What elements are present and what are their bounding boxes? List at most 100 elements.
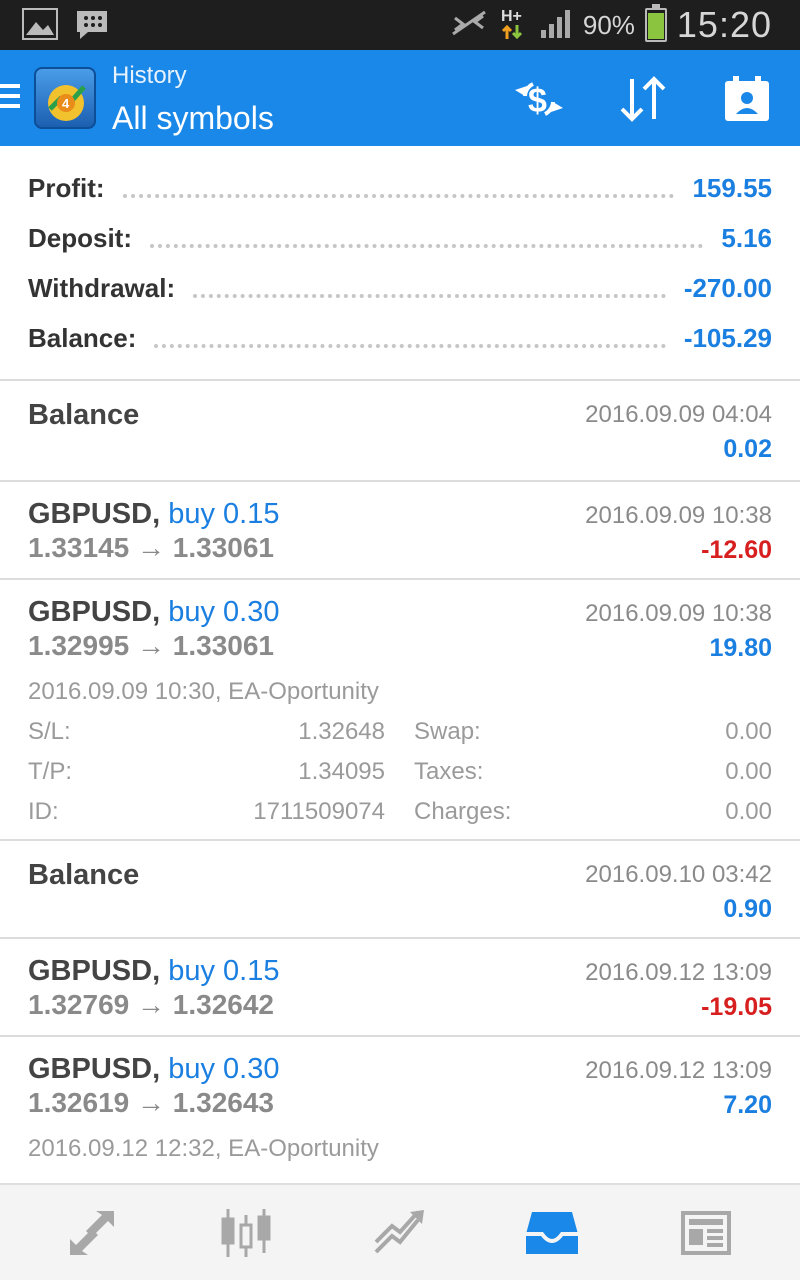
app-bar: 4 History All symbols $: [0, 50, 800, 146]
deal-row-trade-expanded[interactable]: GBPUSD, buy 0.30 1.32619 → 1.32643 2016.…: [0, 1037, 800, 1183]
summary-row-profit: Profit: 159.55: [28, 168, 772, 208]
detail-value: 0.00: [725, 718, 772, 745]
detail-value: 1.34095: [298, 758, 385, 785]
summary-value: -270.00: [683, 272, 772, 303]
deal-title: GBPUSD, buy 0.30: [28, 596, 279, 629]
deal-open-info: 2016.09.09 10:30, EA-Oportunity: [28, 678, 379, 705]
calendar-icon: [725, 76, 769, 121]
detail-row: T/P: 1.34095 Taxes: 0.00: [28, 758, 772, 790]
deal-action: buy 0.30: [168, 596, 280, 628]
period-selector-button[interactable]: $: [510, 70, 568, 128]
deal-prices: 1.33145 → 1.33061: [28, 532, 274, 563]
battery-icon: [644, 4, 667, 42]
svg-text:H+: H+: [501, 8, 522, 25]
summary-value: 159.55: [692, 172, 772, 203]
menu-icon[interactable]: [0, 84, 20, 114]
gallery-icon: [22, 8, 58, 47]
sort-arrows-icon: [620, 76, 666, 122]
nav-quotes[interactable]: [60, 1203, 124, 1263]
leader-dots: [150, 244, 704, 248]
summary-row-balance: Balance: -105.29: [28, 318, 772, 358]
dollar-cycle-icon: $: [515, 82, 563, 120]
detail-label: Charges:: [414, 798, 512, 825]
deal-amount: 19.80: [709, 634, 772, 662]
nav-chart[interactable]: [214, 1203, 278, 1263]
leader-dots: [154, 344, 666, 348]
history-summary: Profit: 159.55 Deposit: 5.16 Withdrawal:…: [0, 146, 800, 381]
deal-row-balance[interactable]: Balance 2016.09.10 03:42 0.90: [0, 841, 800, 939]
network-type-icon: H+: [499, 5, 529, 46]
deal-prices: 1.32995 → 1.33061: [28, 630, 274, 661]
deal-amount: 7.20: [723, 1091, 772, 1119]
symbol-filter[interactable]: All symbols: [112, 100, 274, 137]
deal-row-balance[interactable]: Balance 2016.09.09 04:04 0.02: [0, 381, 800, 482]
deal-amount: 0.90: [723, 895, 772, 923]
deal-title: Balance: [28, 859, 140, 891]
inbox-icon: [526, 1212, 578, 1254]
summary-label: Balance:: [28, 322, 137, 353]
svg-text:4: 4: [62, 96, 70, 111]
deal-symbol: GBPUSD,: [28, 1053, 161, 1085]
leader-dots: [193, 294, 666, 298]
detail-row: S/L: 1.32648 Swap: 0.00: [28, 718, 772, 750]
nav-history[interactable]: [520, 1203, 584, 1263]
deal-title: GBPUSD, buy 0.30: [28, 1053, 279, 1086]
nav-news[interactable]: [674, 1203, 738, 1263]
summary-value: -105.29: [683, 322, 772, 353]
deal-title: GBPUSD, buy 0.15: [28, 498, 279, 531]
messenger-icon: [74, 8, 110, 47]
battery-percent: 90%: [582, 9, 635, 40]
detail-label: T/P:: [28, 758, 73, 785]
deal-symbol: GBPUSD,: [28, 498, 161, 530]
deal-details: 2016.09.12 12:32, EA-Oportunity: [28, 1135, 772, 1183]
deal-row-trade[interactable]: GBPUSD, buy 0.15 1.33145 → 1.33061 2016.…: [0, 482, 800, 580]
deal-action: buy 0.15: [168, 498, 280, 530]
status-bar: H+ 90% 15:20: [0, 0, 800, 50]
deal-prices: 1.32769 → 1.32642: [28, 989, 274, 1020]
candlestick-icon: [221, 1209, 271, 1257]
summary-value: 5.16: [721, 222, 772, 253]
deal-action: buy 0.30: [168, 1053, 280, 1085]
deal-action: buy 0.15: [168, 955, 280, 987]
deal-symbol: GBPUSD,: [28, 955, 161, 987]
deal-details: 2016.09.09 10:30, EA-Oportunity S/L: 1.3…: [28, 678, 772, 828]
deal-title: GBPUSD, buy 0.15: [28, 955, 279, 988]
no-signal-icon: [449, 8, 489, 43]
deal-amount: 0.02: [723, 435, 772, 463]
deal-symbol: GBPUSD,: [28, 596, 161, 628]
deal-date: 2016.09.09 04:04: [585, 401, 772, 428]
deal-date: 2016.09.09 10:38: [585, 600, 772, 627]
deal-date: 2016.09.12 13:09: [585, 1057, 772, 1084]
clock: 15:20: [676, 4, 772, 45]
deal-row-trade-expanded[interactable]: GBPUSD, buy 0.30 1.32995 → 1.33061 2016.…: [0, 580, 800, 841]
deal-title: Balance: [28, 399, 140, 431]
detail-row: ID: 1711509074 Charges: 0.00: [28, 798, 772, 830]
bottom-navigation: [0, 1183, 800, 1280]
summary-label: Deposit:: [28, 222, 132, 253]
summary-label: Withdrawal:: [28, 272, 176, 303]
newspaper-icon: [681, 1211, 731, 1255]
detail-value: 0.00: [725, 798, 772, 825]
detail-value: 1711509074: [253, 798, 385, 825]
calendar-button[interactable]: [718, 70, 776, 128]
summary-row-deposit: Deposit: 5.16: [28, 218, 772, 258]
deal-amount: -12.60: [701, 536, 772, 564]
signal-strength-icon: [539, 8, 573, 43]
deal-date: 2016.09.09 10:38: [585, 502, 772, 529]
nav-trade[interactable]: [368, 1203, 432, 1263]
deal-open-info: 2016.09.12 12:32, EA-Oportunity: [28, 1135, 379, 1162]
deal-date: 2016.09.10 03:42: [585, 861, 772, 888]
summary-row-withdrawal: Withdrawal: -270.00: [28, 268, 772, 308]
section-title: History: [112, 62, 187, 89]
deal-amount: -19.05: [701, 993, 772, 1021]
deal-row-trade[interactable]: GBPUSD, buy 0.15 1.32769 → 1.32642 2016.…: [0, 939, 800, 1037]
detail-value: 0.00: [725, 758, 772, 785]
detail-label: S/L:: [28, 718, 71, 745]
detail-label: ID:: [28, 798, 59, 825]
leader-dots: [122, 194, 675, 198]
sort-button[interactable]: [614, 70, 672, 128]
app-logo[interactable]: 4: [34, 67, 96, 129]
arrows-icon: [70, 1211, 114, 1255]
deal-date: 2016.09.12 13:09: [585, 959, 772, 986]
deal-prices: 1.32619 → 1.32643: [28, 1087, 274, 1118]
